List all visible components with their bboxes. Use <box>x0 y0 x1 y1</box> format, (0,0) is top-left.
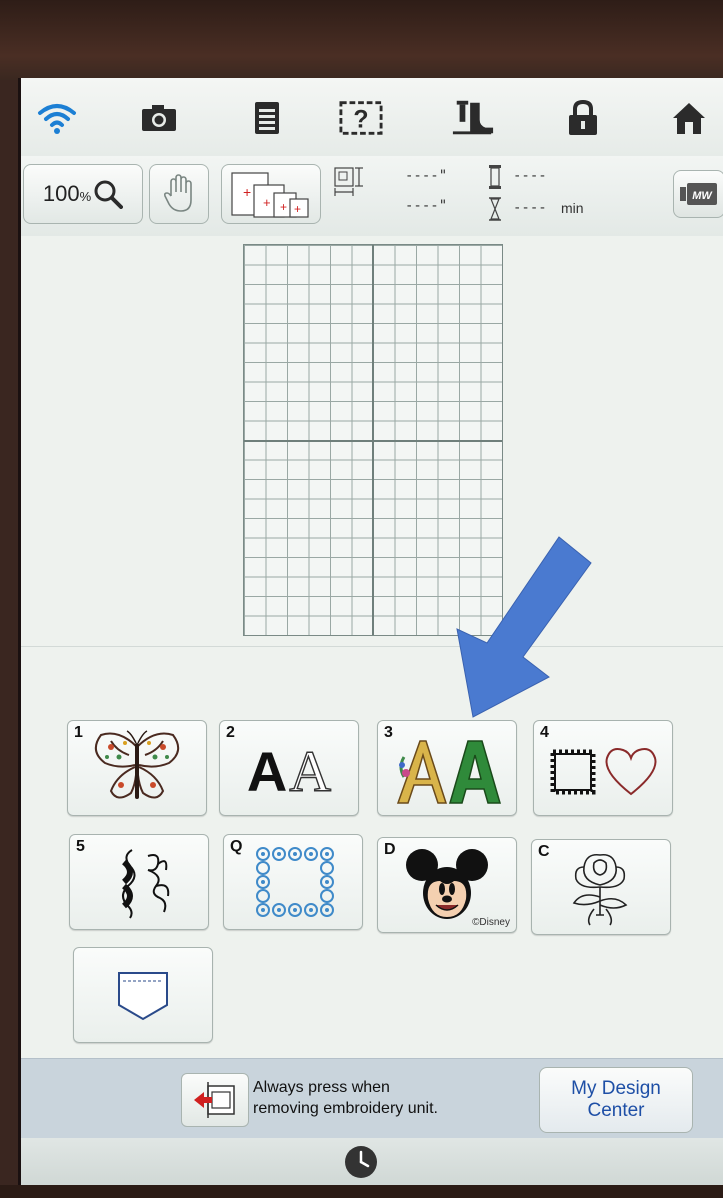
remove-embroidery-unit-button[interactable] <box>181 1073 249 1127</box>
category-d-button[interactable]: D ©Disney <box>377 837 517 933</box>
category-5-button[interactable]: 5 <box>69 834 209 930</box>
category-pocket-button[interactable] <box>73 947 213 1043</box>
category-2-button[interactable]: 2 A A <box>219 720 359 816</box>
svg-text:+: + <box>243 184 251 200</box>
color-count-value: ---- <box>513 168 547 184</box>
clock-icon[interactable] <box>343 1144 379 1180</box>
document-icon[interactable] <box>245 98 289 138</box>
lock-icon[interactable] <box>561 98 605 138</box>
hand-icon <box>163 174 192 212</box>
zoom-button[interactable]: 100% <box>23 164 143 224</box>
status-bar <box>21 1138 723 1188</box>
pointer-arrow-overlay <box>456 536 592 718</box>
top-icon-bar: ? <box>21 78 723 157</box>
sewing-time-unit: min <box>561 200 584 216</box>
home-icon[interactable] <box>667 98 711 138</box>
grid-center-horizontal <box>244 440 502 442</box>
camera-icon[interactable] <box>137 98 181 138</box>
scroll-icon <box>121 849 170 919</box>
svg-text:?: ? <box>353 106 368 134</box>
remove-unit-message: Always press when removing embroidery un… <box>253 1079 438 1117</box>
bottom-message-bar: Always press when removing embroidery un… <box>21 1058 723 1139</box>
embroidery-frame-button[interactable]: + + + + <box>221 164 321 224</box>
embroidery-preview-area <box>21 236 723 646</box>
quilt-frame-icon <box>256 847 334 917</box>
category-c-button[interactable]: C <box>531 839 671 935</box>
pocket-icon <box>118 972 168 1021</box>
svg-text:MW: MW <box>692 190 713 202</box>
embroidery-unit-eject-icon <box>194 1082 235 1118</box>
mw-icon: MW <box>680 183 717 205</box>
rose-icon <box>572 853 628 926</box>
presser-foot-icon[interactable] <box>451 98 495 138</box>
frame-sizes-icon: + + + + <box>231 172 309 218</box>
category-4-button[interactable]: 4 <box>533 720 673 816</box>
sewing-time-value: ---- <box>513 200 547 216</box>
category-q-button[interactable]: Q <box>223 834 363 930</box>
svg-text:+: + <box>294 202 301 216</box>
hourglass-icon <box>489 197 501 221</box>
mickey-icon <box>406 849 488 919</box>
pattern-width-value: ----" <box>405 198 448 214</box>
magnifier-icon <box>94 180 124 209</box>
outline-letter-a-icon: A <box>289 739 332 804</box>
category-1-button[interactable]: 1 <box>67 720 207 816</box>
screen: ? 100% + + + + ----" ----" ---- ---- min… <box>18 78 723 1188</box>
category-3-button[interactable]: 3 <box>377 720 517 816</box>
svg-text:+: + <box>280 200 287 214</box>
decorative-letters-icon <box>396 740 501 804</box>
pattern-category-panel: 1 2 A A 3 4 5 Q D ©Disney C <box>21 646 723 1059</box>
mw-wireless-button[interactable]: MW <box>673 170 723 218</box>
help-icon[interactable]: ? <box>339 98 383 138</box>
bold-letter-a-icon: A <box>246 740 288 803</box>
frame-heart-icon <box>550 748 657 796</box>
pattern-height-value: ----" <box>405 168 448 184</box>
zoom-level: 100% <box>42 181 92 206</box>
disney-copyright: ©Disney <box>472 917 510 928</box>
device-bezel-top <box>0 0 723 80</box>
pan-hand-button[interactable] <box>149 164 209 224</box>
device-bezel-bottom <box>0 1185 723 1198</box>
edit-toolbar: 100% + + + + ----" ----" ---- ---- min M… <box>21 156 723 237</box>
svg-text:+: + <box>263 195 271 210</box>
pattern-size-icon <box>334 167 363 196</box>
butterfly-icon <box>94 730 180 799</box>
my-design-center-button[interactable]: My Design Center <box>539 1067 693 1133</box>
thread-spool-icon <box>489 165 501 189</box>
wifi-icon[interactable] <box>35 98 79 138</box>
